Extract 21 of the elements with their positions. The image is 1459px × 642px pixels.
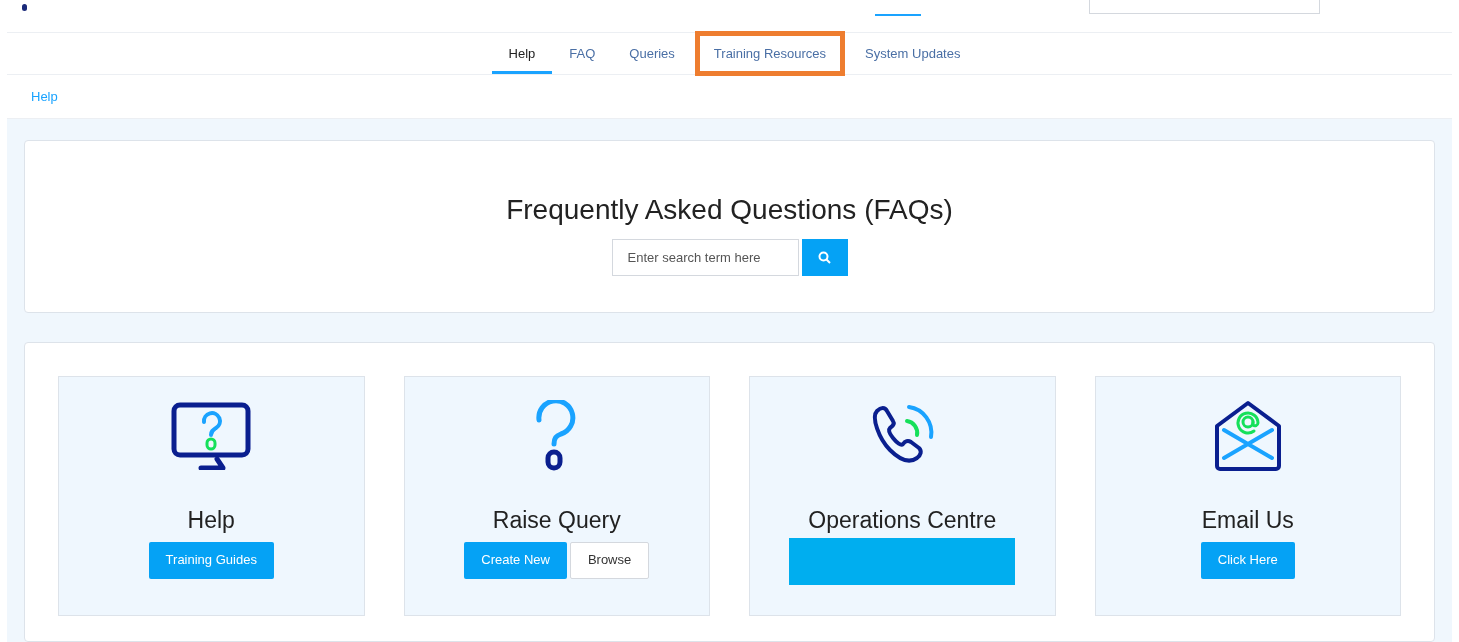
search-icon [818, 251, 831, 264]
card-title: Operations Centre [808, 506, 997, 535]
monitor-question-icon [171, 402, 252, 470]
card-button[interactable]: Click Here [1200, 541, 1295, 579]
breadcrumb-link[interactable]: Help [31, 86, 58, 107]
nav-tab[interactable]: FAQ [552, 32, 613, 75]
search-button[interactable] [801, 239, 848, 276]
card-title: Email Us [1201, 506, 1294, 535]
card-button[interactable]: Browse [569, 541, 650, 579]
card-title: Raise Query [492, 506, 621, 535]
faq-title: Frequently Asked Questions (FAQs) [506, 193, 953, 227]
nav-tab[interactable]: Help [491, 32, 553, 75]
nav-tab[interactable]: Queries [612, 32, 692, 75]
nav-tab[interactable]: System Updates [848, 32, 978, 75]
nav-tab[interactable]: Training Resources [696, 32, 844, 75]
nav-underline [875, 14, 921, 16]
card-button[interactable]: Create New [464, 541, 567, 579]
envelope-icon [1213, 400, 1282, 472]
card-title: Help [187, 506, 235, 535]
search-field[interactable]: Enter search term here [611, 239, 799, 276]
card-button[interactable]: Training Guides [148, 541, 274, 579]
